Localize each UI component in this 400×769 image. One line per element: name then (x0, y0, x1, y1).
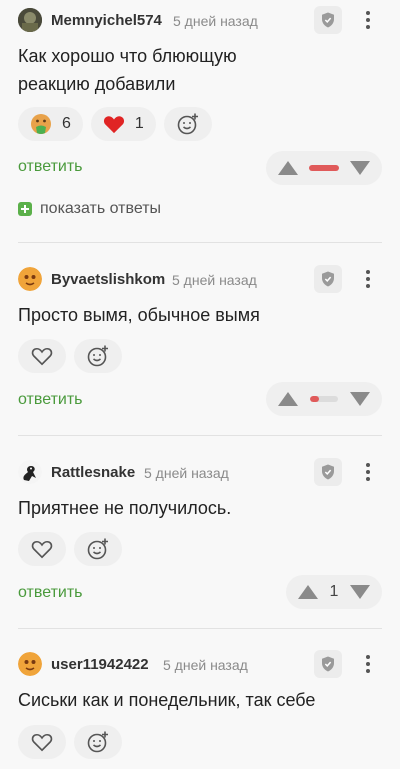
username[interactable]: Memnyichel574 (51, 12, 162, 29)
reaction-count: 6 (62, 115, 71, 132)
comment-header: Rattlesnake 5 дней назад (18, 458, 382, 486)
heart-icon (103, 116, 124, 134)
show-replies-label: показать ответы (40, 200, 162, 217)
rating-bar (309, 165, 339, 171)
reaction-vomit[interactable]: 6 (18, 107, 83, 141)
more-options-icon[interactable] (358, 265, 378, 293)
comment-text: Сиськи как и понедельник, так себе (18, 686, 378, 714)
avatar[interactable] (18, 460, 42, 484)
timestamp: 5 дней назад (173, 13, 258, 29)
add-reaction-button[interactable] (74, 532, 122, 566)
add-reaction-icon (177, 113, 198, 135)
react-heart-button[interactable] (18, 339, 66, 373)
comment-text-line: реакцию добавили (18, 74, 176, 94)
reactions-row (18, 532, 122, 566)
shield-icon[interactable] (314, 650, 342, 678)
divider (18, 435, 382, 436)
vote-control (266, 382, 382, 416)
avatar[interactable] (18, 8, 42, 32)
comment-text: Просто вымя, обычное вымя (18, 301, 378, 329)
more-options-icon[interactable] (358, 650, 378, 678)
reply-link[interactable]: ответить (18, 391, 83, 409)
add-reaction-button[interactable] (74, 725, 122, 759)
upvote-icon[interactable] (278, 161, 298, 175)
downvote-icon[interactable] (350, 161, 370, 175)
comment-header: Byvaetslishkom 5 дней назад (18, 265, 382, 293)
more-options-icon[interactable] (358, 6, 378, 34)
show-replies-button[interactable]: показать ответы (18, 199, 161, 219)
vote-control: 1 (286, 575, 382, 609)
downvote-icon[interactable] (350, 585, 370, 599)
username[interactable]: Rattlesnake (51, 464, 135, 481)
reply-link[interactable]: ответить (18, 158, 83, 176)
timestamp: 5 дней назад (144, 465, 229, 481)
add-reaction-button[interactable] (163, 107, 212, 141)
username[interactable]: Byvaetslishkom (51, 271, 165, 288)
downvote-icon[interactable] (350, 392, 370, 406)
avatar[interactable] (18, 267, 42, 291)
add-reaction-icon (87, 538, 108, 560)
react-heart-button[interactable] (18, 725, 66, 759)
comment-text: Приятнее не получилось. (18, 494, 378, 522)
more-options-icon[interactable] (358, 458, 378, 486)
avatar[interactable] (18, 652, 42, 676)
reactions-row (18, 725, 122, 759)
username[interactable]: user11942422 (51, 656, 149, 673)
divider (18, 242, 382, 243)
reactions-row: 6 1 (18, 107, 212, 141)
upvote-icon[interactable] (298, 585, 318, 599)
shield-icon[interactable] (314, 458, 342, 486)
timestamp: 5 дней назад (163, 657, 248, 673)
divider (18, 628, 382, 629)
comment-header: user11942422 5 дней назад (18, 650, 382, 678)
rating-bar (310, 396, 338, 402)
comment-text-line: Просто вымя, обычное вымя (18, 305, 260, 325)
add-reaction-icon (87, 345, 108, 367)
add-reaction-button[interactable] (74, 339, 122, 373)
timestamp: 5 дней назад (172, 272, 257, 288)
vote-control (266, 151, 382, 185)
comment-header: Memnyichel574 5 дней назад (18, 6, 382, 34)
rating-value: 1 (329, 583, 339, 600)
heart-outline-icon (31, 540, 53, 559)
comment-text-line: Как хорошо что блюющую (18, 46, 237, 66)
reply-link[interactable]: ответить (18, 584, 83, 602)
reactions-row (18, 339, 122, 373)
react-heart-button[interactable] (18, 532, 66, 566)
shield-icon[interactable] (314, 6, 342, 34)
vomit-emoji-icon (31, 114, 51, 134)
upvote-icon[interactable] (278, 392, 298, 406)
plus-icon (18, 202, 32, 216)
comment-text-line: Сиськи как и понедельник, так себе (18, 690, 316, 710)
reaction-heart[interactable]: 1 (90, 107, 156, 141)
reaction-count: 1 (134, 115, 144, 132)
heart-outline-icon (31, 733, 53, 752)
heart-outline-icon (31, 347, 53, 366)
comment-text: Как хорошо что блюющую реакцию добавили (18, 42, 378, 98)
add-reaction-icon (87, 731, 108, 753)
shield-icon[interactable] (314, 265, 342, 293)
comment-text-line: Приятнее не получилось. (18, 498, 232, 518)
